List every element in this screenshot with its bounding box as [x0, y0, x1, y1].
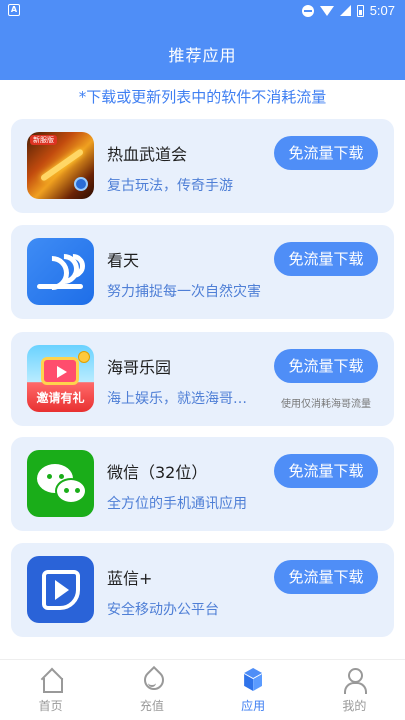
free-download-button[interactable]: 免流量下载	[274, 560, 378, 594]
app-description: 安全移动办公平台	[107, 602, 219, 618]
nav-label: 应用	[241, 699, 266, 713]
traffic-note: 使用仅消耗海哥流量	[281, 399, 371, 410]
bubble-eye	[64, 488, 69, 493]
coin-shape	[78, 351, 90, 363]
battery-icon	[356, 4, 364, 17]
app-name: 热血武道会	[107, 145, 188, 164]
weather-wave-icon[interactable]	[27, 238, 94, 305]
signal-icon	[339, 5, 351, 16]
bubble-eye	[75, 488, 80, 493]
status-bar: A 5:07	[0, 0, 405, 22]
app-card[interactable]: 看天 努力捕捉每一次自然灾害 免流量下载	[11, 225, 394, 319]
nav-label: 首页	[38, 699, 63, 713]
bottom-nav: 首页 充值 应用 我的	[0, 659, 405, 720]
game-warrior-icon[interactable]: 新服版	[27, 132, 94, 199]
app-name: 蓝信+	[107, 569, 153, 588]
app-description: 努力捕捉每一次自然灾害	[107, 284, 261, 300]
app-description: 全方位的手机通讯应用	[107, 496, 247, 512]
app-card[interactable]: 蓝信+ 安全移动办公平台 免流量下载	[11, 543, 394, 637]
app-name: 看天	[107, 251, 140, 270]
notification-icon: A	[8, 4, 20, 16]
page-title: 推荐应用	[168, 46, 237, 65]
free-download-button[interactable]: 免流量下载	[274, 242, 378, 276]
user-icon	[341, 667, 368, 694]
wifi-icon	[319, 5, 334, 16]
free-traffic-notice: *下载或更新列表中的软件不消耗流量	[78, 88, 327, 106]
nav-item-mine[interactable]: 我的	[304, 660, 405, 720]
wave-base	[37, 284, 83, 289]
free-download-button[interactable]: 免流量下载	[274, 349, 378, 383]
status-time: 5:07	[369, 3, 395, 18]
app-description: 海上娱乐，就选海哥乐园	[107, 391, 257, 407]
app-description: 复古玩法，传奇手游	[107, 178, 233, 194]
free-download-button[interactable]: 免流量下载	[274, 454, 378, 488]
drop-icon	[139, 667, 165, 693]
nav-item-apps[interactable]: 应用	[203, 660, 304, 720]
tv-shape	[41, 357, 79, 385]
bubble-eye	[47, 474, 52, 479]
tv-gift-icon[interactable]: 邀请有礼	[27, 345, 94, 412]
cube-icon	[240, 667, 266, 693]
app-card[interactable]: 微信（32位） 全方位的手机通讯应用 免流量下载	[11, 437, 394, 531]
app-header: A 5:07 推荐应用	[0, 0, 405, 80]
nav-item-recharge[interactable]: 充值	[101, 660, 202, 720]
app-card[interactable]: 新服版 热血武道会 复古玩法，传奇手游 免流量下载	[11, 119, 394, 213]
nav-item-home[interactable]: 首页	[0, 660, 101, 720]
do-not-disturb-icon	[301, 4, 314, 17]
home-icon	[38, 667, 64, 693]
wechat-icon[interactable]	[27, 450, 94, 517]
bubble-eye	[59, 474, 64, 479]
icon-badge: 新服版	[30, 135, 57, 145]
play-shape	[55, 580, 69, 600]
status-indicators: 5:07	[301, 3, 395, 18]
app-name: 微信（32位）	[107, 463, 208, 482]
icon-ribbon-text: 邀请有礼	[36, 391, 85, 405]
nav-label: 我的	[342, 699, 367, 713]
app-card[interactable]: 邀请有礼 海哥乐园 海上娱乐，就选海哥乐园 免流量下载 使用仅消耗海哥流量	[11, 332, 394, 426]
lanxin-icon[interactable]	[27, 556, 94, 623]
free-download-button[interactable]: 免流量下载	[274, 136, 378, 170]
nav-label: 充值	[139, 699, 164, 713]
chat-bubble	[55, 478, 87, 504]
gem-shape	[74, 177, 88, 191]
app-name: 海哥乐园	[107, 358, 172, 377]
